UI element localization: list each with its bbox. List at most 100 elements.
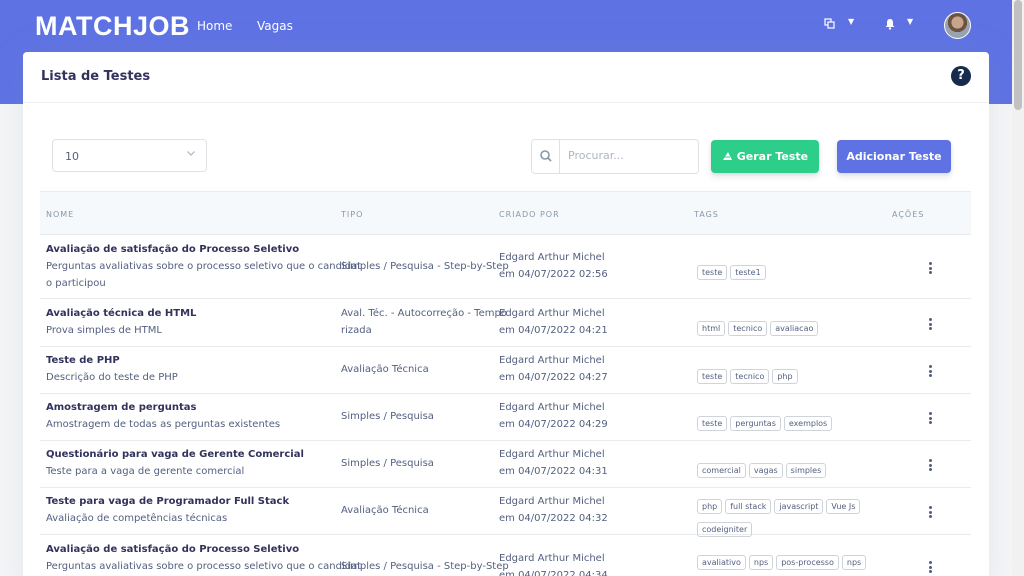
test-description: Perguntas avaliativas sobre o processo s… xyxy=(46,261,362,272)
more-actions-icon[interactable] xyxy=(926,412,934,426)
test-description: Perguntas avaliativas sobre o processo s… xyxy=(46,561,362,572)
table-row: Teste para vaga de Programador Full Stac… xyxy=(40,488,971,537)
tag-badge: avaliacao xyxy=(770,321,819,336)
table-row: Questionário para vaga de Gerente Comerc… xyxy=(40,441,971,488)
add-test-label: Adicionar Teste xyxy=(846,150,942,163)
scrollbar-thumb[interactable] xyxy=(1014,0,1022,110)
test-name[interactable]: Teste de PHP xyxy=(46,352,120,369)
search-input[interactable] xyxy=(568,149,688,162)
tag-badge: php xyxy=(772,369,798,384)
help-icon[interactable]: ? xyxy=(951,66,971,86)
test-name[interactable]: Avaliação de satisfação do Processo Sele… xyxy=(46,541,299,558)
test-type: Simples / Pesquisa - Step-by-Step xyxy=(341,261,509,272)
add-test-button[interactable]: Adicionar Teste xyxy=(837,140,951,173)
test-type: Avaliação Técnica xyxy=(341,364,429,375)
search-group xyxy=(531,139,699,174)
tag-badge: teste xyxy=(697,369,728,384)
tag-badge: tecnico xyxy=(730,369,770,384)
tag-badge: tecnico xyxy=(728,321,768,336)
column-header-name[interactable]: NOME xyxy=(46,210,74,219)
tag-badge: teste1 xyxy=(730,265,766,280)
more-actions-icon[interactable] xyxy=(926,506,934,520)
tag-badge: teste xyxy=(697,265,728,280)
test-name[interactable]: Teste para vaga de Programador Full Stac… xyxy=(46,493,289,510)
column-header-actions: AÇÕES xyxy=(892,210,925,219)
tag-list: teste perguntas exemplos xyxy=(697,411,887,434)
tag-list: avaliativo nps pos-processo nps xyxy=(697,550,887,573)
test-type: Simples / Pesquisa - Step-by-Step xyxy=(341,561,509,572)
test-name[interactable]: Avaliação de satisfação do Processo Sele… xyxy=(46,241,299,258)
column-header-tags[interactable]: TAGS xyxy=(694,210,719,219)
test-description: Descrição do teste de PHP xyxy=(46,372,178,383)
test-name[interactable]: Amostragem de perguntas xyxy=(46,399,196,416)
created-at: em 04/07/2022 04:21 xyxy=(499,325,608,336)
nav-vagas-link[interactable]: Vagas xyxy=(257,19,293,33)
generate-test-label: Gerar Teste xyxy=(736,150,809,163)
test-description-cont: o participou xyxy=(46,278,106,289)
tag-badge: simples xyxy=(785,463,827,478)
created-by: Edgard Arthur Michel xyxy=(499,402,605,413)
test-type-cont: rizada xyxy=(341,325,372,336)
more-actions-icon[interactable] xyxy=(926,561,934,575)
magic-icon xyxy=(722,150,733,163)
created-at: em 04/07/2022 04:32 xyxy=(499,513,608,524)
more-actions-icon[interactable] xyxy=(926,262,934,276)
tag-badge: full stack xyxy=(725,499,772,514)
table-header: NOME TIPO CRIADO POR TAGS AÇÕES xyxy=(40,191,971,235)
tests-list-card: Lista de Testes ? 10 Gerar Teste Adicion… xyxy=(23,52,989,576)
test-type: Simples / Pesquisa xyxy=(341,458,434,469)
test-name[interactable]: Avaliação técnica de HTML xyxy=(46,305,196,322)
table-row: Amostragem de perguntas Amostragem de to… xyxy=(40,394,971,441)
created-at: em 04/07/2022 04:34 xyxy=(499,570,608,576)
tag-badge: html xyxy=(697,321,726,336)
top-navbar: MATCHJOB Home Vagas ▼ ▼ xyxy=(0,0,1024,52)
windows-caret-icon[interactable]: ▼ xyxy=(848,17,854,26)
column-header-created-by[interactable]: CRIADO POR xyxy=(499,210,560,219)
page-size-value: 10 xyxy=(65,150,79,163)
page-scrollbar[interactable] xyxy=(1012,0,1024,576)
more-actions-icon[interactable] xyxy=(926,318,934,332)
test-type: Aval. Téc. - Autocorreção - Tempo xyxy=(341,308,507,319)
table-row: Avaliação de satisfação do Processo Sele… xyxy=(40,535,971,576)
page-title: Lista de Testes xyxy=(41,69,151,84)
tag-badge: nps xyxy=(748,555,774,570)
table-row: Teste de PHP Descrição do teste de PHP A… xyxy=(40,347,971,394)
test-name[interactable]: Questionário para vaga de Gerente Comerc… xyxy=(46,446,304,463)
tag-badge: php xyxy=(697,499,723,514)
created-at: em 04/07/2022 02:56 xyxy=(499,269,608,280)
tag-list: teste tecnico php xyxy=(697,364,887,387)
page-size-select[interactable]: 10 xyxy=(52,139,207,172)
card-header: Lista de Testes ? xyxy=(23,52,989,103)
created-by: Edgard Arthur Michel xyxy=(499,449,605,460)
table-row: Avaliação de satisfação do Processo Sele… xyxy=(40,235,971,299)
tag-badge: vagas xyxy=(748,463,783,478)
tag-badge: exemplos xyxy=(783,416,833,431)
created-at: em 04/07/2022 04:27 xyxy=(499,372,608,383)
windows-icon[interactable] xyxy=(824,18,836,33)
tag-badge: perguntas xyxy=(730,416,781,431)
more-actions-icon[interactable] xyxy=(926,459,934,473)
notifications-caret-icon[interactable]: ▼ xyxy=(907,17,913,26)
tag-badge: teste xyxy=(697,416,728,431)
user-avatar[interactable] xyxy=(944,12,971,39)
bell-icon[interactable] xyxy=(884,18,896,33)
column-header-type[interactable]: TIPO xyxy=(341,210,363,219)
tag-badge: pos-processo xyxy=(776,555,839,570)
generate-test-button[interactable]: Gerar Teste xyxy=(711,140,819,173)
tag-list: teste teste1 xyxy=(697,260,887,283)
created-at: em 04/07/2022 04:31 xyxy=(499,466,608,477)
tag-list: php full stack javascript Vue Jscodeigniter xyxy=(697,494,887,540)
created-by: Edgard Arthur Michel xyxy=(499,355,605,366)
more-actions-icon[interactable] xyxy=(926,365,934,379)
nav-home-link[interactable]: Home xyxy=(197,19,232,33)
test-type: Simples / Pesquisa xyxy=(341,411,434,422)
test-description: Teste para a vaga de gerente comercial xyxy=(46,466,245,477)
search-icon xyxy=(532,140,560,173)
test-description: Amostragem de todas as perguntas existen… xyxy=(46,419,281,430)
created-by: Edgard Arthur Michel xyxy=(499,496,605,507)
tag-list: comercial vagas simples xyxy=(697,458,887,481)
created-at: em 04/07/2022 04:29 xyxy=(499,419,608,430)
brand-logo[interactable]: MATCHJOB xyxy=(35,11,190,42)
tag-badge: avaliativo xyxy=(697,555,746,570)
test-description: Avaliação de competências técnicas xyxy=(46,513,228,524)
